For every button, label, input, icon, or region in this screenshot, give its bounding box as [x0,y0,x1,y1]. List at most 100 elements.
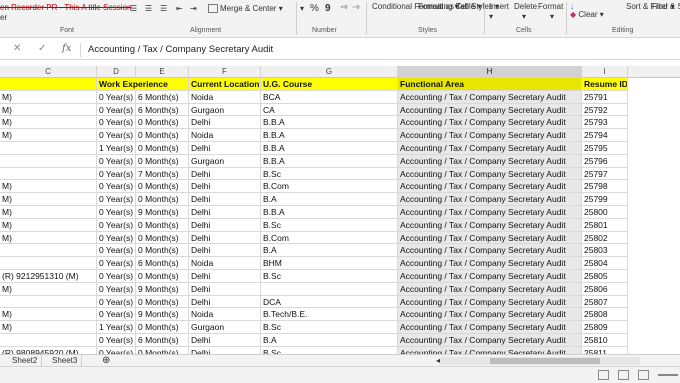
cell[interactable]: Noida [189,257,261,270]
cell[interactable]: M) [0,129,97,142]
cell[interactable]: 25801 [582,218,628,232]
cell[interactable]: 6 Month(s) [136,334,189,347]
cell[interactable]: M) [0,116,97,130]
cell[interactable]: CA [261,103,398,117]
align-center-icon[interactable]: ☰ [145,4,152,13]
cell[interactable]: B.Sc [261,321,398,334]
normal-view-icon[interactable] [598,370,609,380]
cell[interactable]: Accounting / Tax / Company Secretary Aud… [398,129,582,142]
cell[interactable]: M) [0,308,97,322]
cell[interactable]: 9 Month(s) [136,282,189,296]
cell[interactable]: 9 Month(s) [136,308,189,322]
column-header-i[interactable]: I [582,66,628,78]
cell[interactable]: 25799 [582,193,628,206]
horizontal-scrollbar[interactable] [440,357,640,365]
cell[interactable]: 0 Month(s) [136,142,189,155]
cell[interactable]: Accounting / Tax / Company Secretary Aud… [398,334,582,347]
cell[interactable]: 0 Year(s) [97,180,136,194]
cell[interactable]: Delhi [189,206,261,219]
cell[interactable]: 0 Year(s) [97,154,136,168]
cell[interactable]: 7 Month(s) [136,167,189,181]
column-header-h[interactable]: H [398,66,582,78]
cell[interactable]: Resume ID [582,78,628,91]
cell[interactable]: 0 Year(s) [97,346,136,354]
cell[interactable]: 6 Month(s) [136,90,189,104]
column-header-g[interactable]: G [261,66,398,78]
cell[interactable]: 0 Year(s) [97,90,136,104]
cell[interactable]: Accounting / Tax / Company Secretary Aud… [398,167,582,181]
cell[interactable]: M) [0,218,97,232]
cell[interactable]: 0 Month(s) [136,218,189,232]
cell[interactable]: B.Com [261,180,398,194]
align-right-icon[interactable]: ☰ [160,4,167,13]
cell[interactable]: M) [0,193,97,206]
cell[interactable]: 0 Year(s) [97,231,136,245]
cell[interactable]: Accounting / Tax / Company Secretary Aud… [398,282,582,296]
cell[interactable]: 25792 [582,103,628,117]
cell[interactable]: Accounting / Tax / Company Secretary Aud… [398,231,582,245]
cell[interactable]: 25796 [582,154,628,168]
insert-dropdown-icon[interactable]: ▾ [489,12,493,21]
cell[interactable]: M) [0,321,97,334]
cell[interactable]: 0 Year(s) [97,308,136,322]
comma-style-button[interactable]: 9 [325,3,331,14]
cell[interactable]: 0 Year(s) [97,270,136,283]
cell[interactable]: Delhi [189,270,261,283]
cell[interactable]: Accounting / Tax / Company Secretary Aud… [398,116,582,130]
cell[interactable]: 6 Month(s) [136,257,189,270]
cell[interactable] [0,167,97,181]
cell[interactable]: Accounting / Tax / Company Secretary Aud… [398,295,582,309]
cell[interactable]: Functional Area [398,78,582,91]
cell[interactable]: Gurgaon [189,321,261,334]
align-left-icon[interactable]: ☰ [130,4,137,13]
cell[interactable]: 0 Year(s) [97,167,136,181]
cell[interactable]: BHM [261,257,398,270]
cell[interactable]: 0 Year(s) [97,116,136,130]
cell[interactable]: Accounting / Tax / Company Secretary Aud… [398,206,582,219]
cell[interactable]: Noida [189,308,261,322]
cell[interactable]: Delhi [189,193,261,206]
cell[interactable]: 0 Month(s) [136,154,189,168]
cell[interactable]: M) [0,180,97,194]
cell[interactable]: B.Sc [261,270,398,283]
clear-button[interactable]: ◆ Clear ▾ [570,10,604,19]
cell[interactable]: Delhi [189,334,261,347]
cell[interactable]: Delhi [189,116,261,130]
cell[interactable]: Accounting / Tax / Company Secretary Aud… [398,90,582,104]
cell[interactable]: M) [0,282,97,296]
cell[interactable]: Accounting / Tax / Company Secretary Aud… [398,321,582,334]
cell[interactable]: 25810 [582,334,628,347]
cell[interactable]: 25807 [582,295,628,309]
cell[interactable]: 25803 [582,244,628,258]
cell[interactable]: Delhi [189,142,261,155]
cell[interactable]: 25791 [582,90,628,104]
cell[interactable]: 25811 [582,346,628,354]
cell[interactable]: 25798 [582,180,628,194]
cell[interactable]: Accounting / Tax / Company Secretary Aud… [398,180,582,194]
cell[interactable]: 0 Month(s) [136,129,189,142]
cell[interactable]: 0 Year(s) [97,218,136,232]
page-layout-view-icon[interactable] [618,370,629,380]
cell[interactable]: M) [0,231,97,245]
cell[interactable]: B.A [261,193,398,206]
cell[interactable]: 0 Year(s) [97,193,136,206]
cell[interactable]: B.B.A [261,206,398,219]
decrease-decimal-icon[interactable]: ⁻⁰ [352,4,359,13]
cell[interactable] [0,154,97,168]
cell[interactable]: Delhi [189,244,261,258]
cell[interactable]: Delhi [189,231,261,245]
cell[interactable]: 25805 [582,270,628,283]
cell[interactable]: 25809 [582,321,628,334]
cell[interactable]: 25804 [582,257,628,270]
cell[interactable]: Accounting / Tax / Company Secretary Aud… [398,103,582,117]
cell[interactable]: 0 Year(s) [97,334,136,347]
insert-button[interactable]: Insert [489,2,509,11]
cell[interactable]: 0 Month(s) [136,346,189,354]
cell[interactable]: Accounting / Tax / Company Secretary Aud… [398,193,582,206]
cell[interactable]: 1 Year(s) [97,142,136,155]
cell[interactable]: 0 Month(s) [136,116,189,130]
cell[interactable]: Accounting / Tax / Company Secretary Aud… [398,244,582,258]
cell[interactable]: 25794 [582,129,628,142]
cell[interactable]: Gurgaon [189,154,261,168]
cell[interactable]: 1 Year(s) [97,321,136,334]
